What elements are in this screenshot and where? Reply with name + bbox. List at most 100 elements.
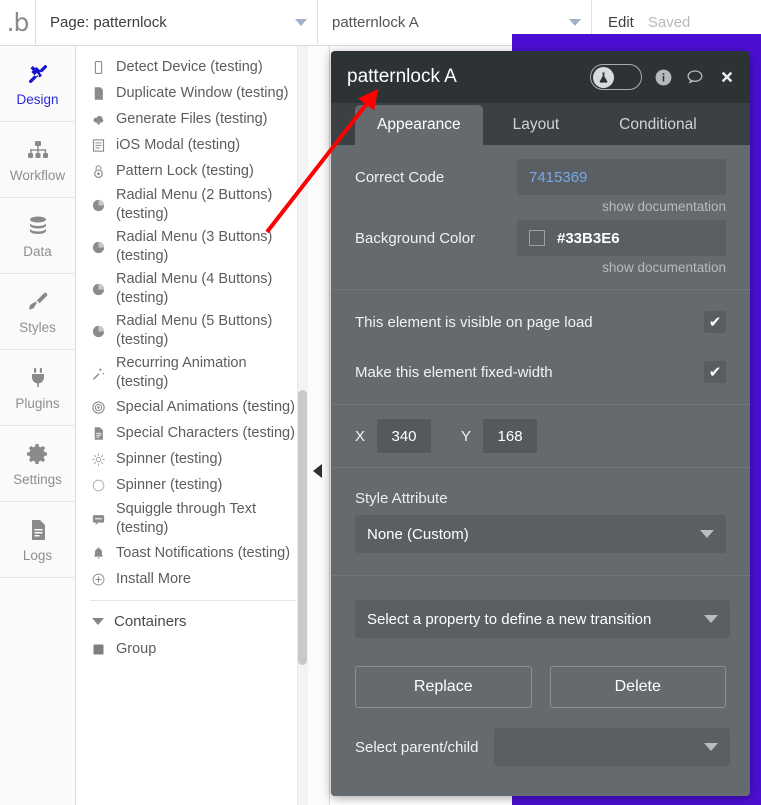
list-item[interactable]: Duplicate Window (testing) xyxy=(76,80,308,106)
target-icon xyxy=(90,399,106,415)
list-item-label: Radial Menu (3 Buttons) (testing) xyxy=(116,229,273,264)
tab-conditional[interactable]: Conditional xyxy=(589,105,727,145)
list-item[interactable]: Recurring Animation (testing) xyxy=(76,352,308,394)
app-root: .b Page: patternlock patternlock A Edit … xyxy=(0,0,761,805)
list-item[interactable]: Radial Menu (2 Buttons) (testing) xyxy=(76,184,308,226)
show-documentation-link[interactable]: show documentation xyxy=(331,256,750,275)
list-item-label: Radial Menu (4 Buttons) (testing) xyxy=(116,271,273,306)
checkbox-checked-icon[interactable]: ✔ xyxy=(704,311,726,333)
list-item[interactable]: Toast Notifications (testing) xyxy=(76,540,308,566)
list-item[interactable]: Radial Menu (4 Buttons) (testing) xyxy=(76,268,308,310)
delete-button[interactable]: Delete xyxy=(549,666,726,708)
chevron-down-icon xyxy=(295,19,307,26)
sidebar-item-design[interactable]: Design xyxy=(0,46,75,122)
list-item[interactable]: Radial Menu (3 Buttons) (testing) xyxy=(76,226,308,268)
sidebar-item-plugins[interactable]: Plugins xyxy=(0,350,75,426)
chevron-down-icon xyxy=(569,19,581,26)
page-selector-dropdown[interactable]: Page: patternlock xyxy=(36,0,318,45)
sidebar-item-label: Settings xyxy=(13,471,62,487)
list-item[interactable]: Special Animations (testing) xyxy=(76,394,308,420)
list-item[interactable]: Spinner (testing) xyxy=(76,472,308,498)
divider xyxy=(90,600,296,601)
parent-child-select[interactable] xyxy=(494,728,730,766)
list-item[interactable]: Spinner (testing) xyxy=(76,446,308,472)
sidebar-item-label: Data xyxy=(23,243,52,259)
element-palette-list[interactable]: Detect Device (testing) Duplicate Window … xyxy=(76,46,308,805)
sidebar-item-styles[interactable]: Styles xyxy=(0,274,75,350)
bell-icon xyxy=(90,545,106,561)
sidebar-item-settings[interactable]: Settings xyxy=(0,426,75,502)
style-attribute-select[interactable]: None (Custom) xyxy=(355,515,726,553)
sidebar-item-logs[interactable]: Logs xyxy=(0,502,75,578)
x-input[interactable]: 340 xyxy=(377,419,432,453)
bubble-logo[interactable]: .b xyxy=(0,0,36,45)
list-item[interactable]: iOS Modal (testing) xyxy=(76,132,308,158)
list-item-label: Duplicate Window (testing) xyxy=(116,84,289,101)
list-item[interactable]: Group xyxy=(76,634,308,661)
field-label: Background Color xyxy=(355,229,476,247)
element-list-scrollbar-thumb[interactable] xyxy=(298,390,307,665)
field-background-color: Background Color #33B3E6 xyxy=(331,220,750,256)
chevron-down-icon xyxy=(92,618,104,625)
edit-button[interactable]: Edit xyxy=(608,14,634,31)
checkbox-checked-icon[interactable]: ✔ xyxy=(704,361,726,383)
transition-property-select[interactable]: Select a property to define a new transi… xyxy=(355,600,730,638)
list-item-label: Install More xyxy=(116,570,191,587)
cloud-download-icon xyxy=(90,111,106,127)
tab-label: Conditional xyxy=(619,116,697,133)
test-mode-toggle[interactable] xyxy=(590,64,642,90)
action-buttons: Replace Delete xyxy=(331,666,750,708)
list-item[interactable]: Install More xyxy=(76,566,308,592)
property-editor-tabs: Appearance Layout Conditional xyxy=(331,103,750,145)
y-label: Y xyxy=(461,427,472,445)
collapse-left-arrow-icon[interactable] xyxy=(313,464,322,478)
workflow-icon xyxy=(25,137,51,163)
database-icon xyxy=(25,213,51,239)
list-item[interactable]: Special Characters (testing) xyxy=(76,420,308,446)
replace-button[interactable]: Replace xyxy=(355,666,532,708)
group-header-containers[interactable]: Containers xyxy=(76,609,308,634)
sunburst-icon xyxy=(90,451,106,467)
info-icon[interactable] xyxy=(652,66,674,88)
list-item-label: Squiggle through Text (testing) xyxy=(116,501,257,536)
checkbox-label: Make this element fixed-width xyxy=(355,363,553,381)
list-item[interactable]: Pattern Lock (testing) xyxy=(76,158,308,184)
list-item[interactable]: Generate Files (testing) xyxy=(76,106,308,132)
panel-collapse-strip[interactable] xyxy=(308,46,330,805)
correct-code-value: 7415369 xyxy=(529,168,588,186)
left-nav-rail: Design Workflow Data Styles Plugins Sett… xyxy=(0,46,76,805)
tab-label: Layout xyxy=(512,116,560,133)
list-item-label: iOS Modal (testing) xyxy=(116,136,241,153)
close-icon[interactable] xyxy=(716,66,738,88)
comment-icon xyxy=(90,511,106,527)
checkbox-fixed-width[interactable]: Make this element fixed-width ✔ xyxy=(331,352,750,392)
delete-button-label: Delete xyxy=(614,678,661,695)
list-item-label: Generate Files (testing) xyxy=(116,110,268,127)
checkbox-visible-on-page-load[interactable]: This element is visible on page load ✔ xyxy=(331,302,750,342)
correct-code-input[interactable]: 7415369 xyxy=(517,159,726,195)
list-item-label: Spinner (testing) xyxy=(116,476,223,493)
lock-icon xyxy=(90,163,106,179)
comment-icon[interactable] xyxy=(684,66,706,88)
sidebar-item-data[interactable]: Data xyxy=(0,198,75,274)
show-documentation-link[interactable]: show documentation xyxy=(331,195,750,214)
bubble-logo-icon: .b xyxy=(6,8,30,37)
list-item[interactable]: Squiggle through Text (testing) xyxy=(76,498,308,540)
list-item-label: Spinner (testing) xyxy=(116,450,223,467)
radial-icon xyxy=(90,323,106,339)
replace-button-label: Replace xyxy=(413,678,473,695)
style-attribute-value: None (Custom) xyxy=(367,525,469,543)
document-icon xyxy=(90,425,106,441)
tab-layout[interactable]: Layout xyxy=(483,105,590,145)
tab-appearance[interactable]: Appearance xyxy=(355,105,483,145)
list-item[interactable]: Radial Menu (5 Buttons) (testing) xyxy=(76,310,308,352)
position-row: X 340 Y 168 xyxy=(331,405,750,467)
list-item-label: Special Characters (testing) xyxy=(116,424,295,441)
list-item[interactable]: Detect Device (testing) xyxy=(76,54,308,80)
sidebar-item-workflow[interactable]: Workflow xyxy=(0,122,75,198)
y-input[interactable]: 168 xyxy=(483,419,538,453)
chevron-down-icon xyxy=(700,530,714,538)
background-color-input[interactable]: #33B3E6 xyxy=(517,220,726,256)
square-icon xyxy=(90,642,106,658)
color-swatch[interactable] xyxy=(529,230,545,246)
